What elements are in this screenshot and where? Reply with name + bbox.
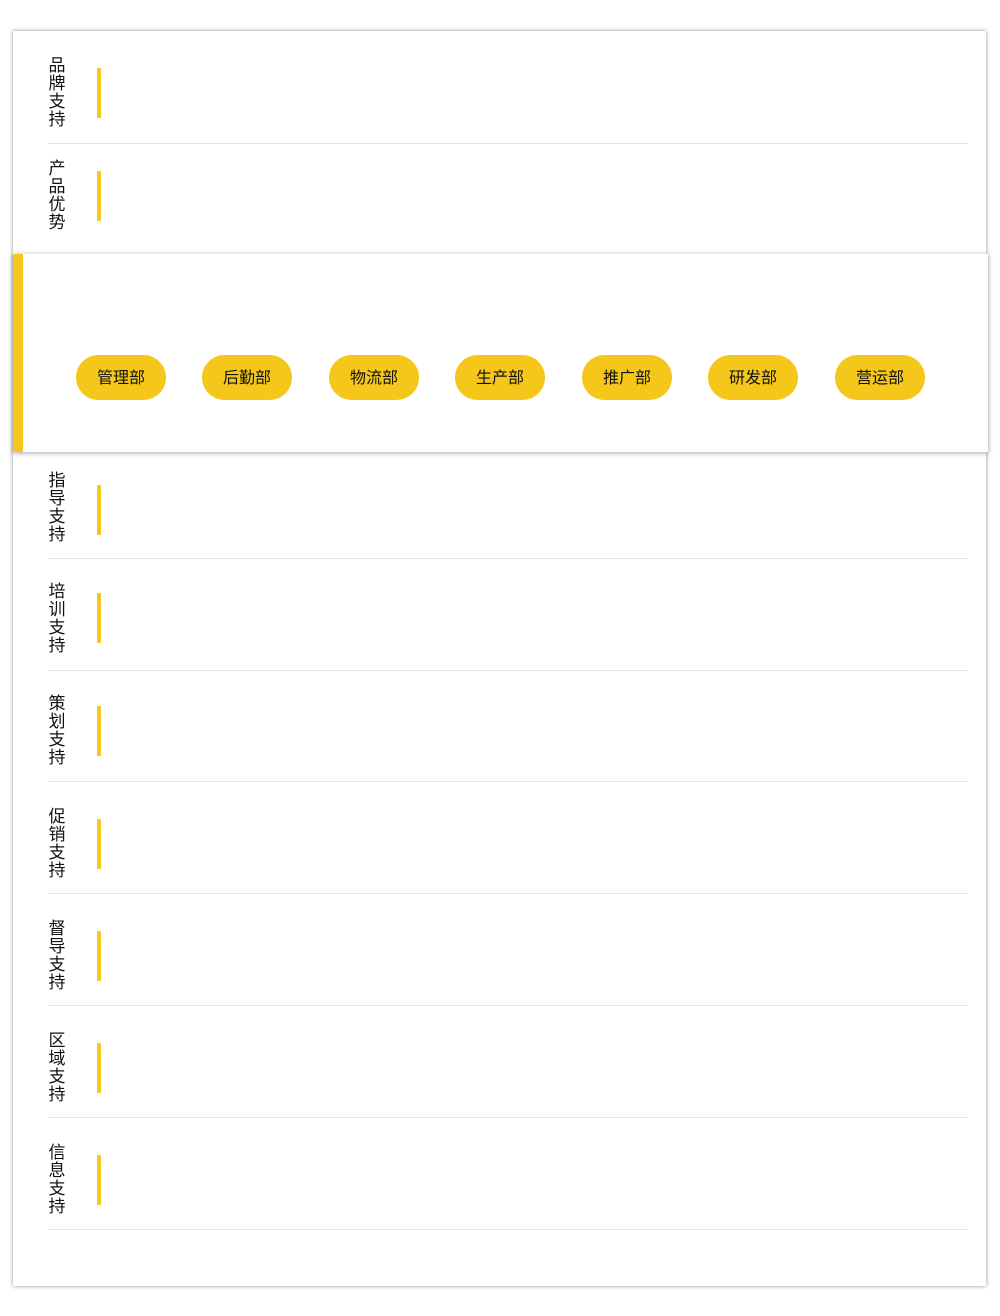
accent-bar bbox=[97, 706, 101, 756]
accent-bar bbox=[97, 931, 101, 981]
section-label: 产 品 优 势 bbox=[48, 159, 66, 233]
section-label: 策 划 支 持 bbox=[48, 694, 66, 768]
department-button-rnd[interactable]: 研发部 bbox=[708, 355, 798, 400]
department-button-management[interactable]: 管理部 bbox=[76, 355, 166, 400]
accent-bar bbox=[97, 1155, 101, 1205]
accent-bar bbox=[97, 1043, 101, 1093]
section-label: 督 导 支 持 bbox=[48, 919, 66, 993]
section-row-guidance-support[interactable]: 指 导 支 持 bbox=[48, 452, 968, 559]
department-button-promotion[interactable]: 推广部 bbox=[582, 355, 672, 400]
department-button-production[interactable]: 生产部 bbox=[455, 355, 545, 400]
section-label: 促 销 支 持 bbox=[48, 807, 66, 881]
expanded-section-departments: 管理部 后勤部 物流部 生产部 推广部 研发部 营运部 bbox=[13, 254, 988, 452]
accent-bar bbox=[97, 593, 101, 643]
section-row-product-advantage[interactable]: 产 品 优 势 bbox=[48, 144, 968, 255]
section-row-training-support[interactable]: 培 训 支 持 bbox=[48, 559, 968, 671]
department-button-operations[interactable]: 营运部 bbox=[835, 355, 925, 400]
section-label: 品 牌 支 持 bbox=[48, 56, 66, 130]
section-label: 培 训 支 持 bbox=[48, 582, 66, 656]
support-list-panel: 品 牌 支 持 产 品 优 势 指 导 支 持 培 训 支 持 策 划 支 持 … bbox=[13, 31, 986, 1286]
accent-bar bbox=[97, 171, 101, 221]
section-label: 区 域 支 持 bbox=[48, 1031, 66, 1105]
section-row-regional-support[interactable]: 区 域 支 持 bbox=[48, 1006, 968, 1118]
section-row-promotion-support[interactable]: 促 销 支 持 bbox=[48, 782, 968, 894]
active-indicator-strip bbox=[13, 254, 23, 452]
accent-bar bbox=[97, 68, 101, 118]
section-label: 信 息 支 持 bbox=[48, 1143, 66, 1217]
department-button-logistics-support[interactable]: 后勤部 bbox=[202, 355, 292, 400]
accent-bar bbox=[97, 485, 101, 535]
section-row-supervision-support[interactable]: 督 导 支 持 bbox=[48, 894, 968, 1006]
section-row-information-support[interactable]: 信 息 支 持 bbox=[48, 1118, 968, 1230]
section-row-planning-support[interactable]: 策 划 支 持 bbox=[48, 671, 968, 782]
accent-bar bbox=[97, 819, 101, 869]
section-label: 指 导 支 持 bbox=[48, 471, 66, 545]
section-row-brand-support[interactable]: 品 牌 支 持 bbox=[48, 31, 968, 144]
department-button-logistics[interactable]: 物流部 bbox=[329, 355, 419, 400]
